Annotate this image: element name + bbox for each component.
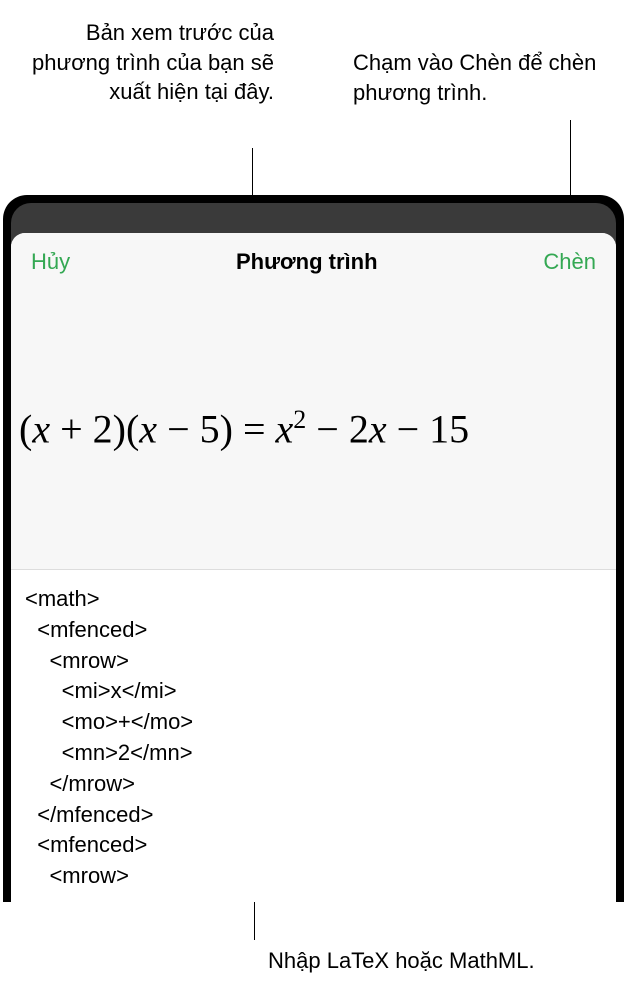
equation-preview: (x + 2)(x − 5) = x2 − 2x − 15: [11, 289, 616, 569]
sheet-title: Phương trình: [236, 249, 378, 275]
annotation-input: Nhập LaTeX hoặc MathML.: [268, 948, 535, 974]
annotation-preview: Bản xem trước của phương trình của bạn s…: [14, 18, 274, 107]
annotation-insert: Chạm vào Chèn để chèn phương trình.: [353, 48, 613, 107]
sheet-header: Hủy Phương trình Chèn: [11, 233, 616, 289]
equation-code-text: <math> <mfenced> <mrow> <mi>x</mi> <mo>+…: [25, 584, 602, 892]
phone-inner: Hủy Phương trình Chèn (x + 2)(x − 5) = x…: [11, 203, 616, 902]
phone-frame: Hủy Phương trình Chèn (x + 2)(x − 5) = x…: [3, 195, 624, 902]
equation-sheet: Hủy Phương trình Chèn (x + 2)(x − 5) = x…: [11, 233, 616, 902]
equation-code-input[interactable]: <math> <mfenced> <mrow> <mi>x</mi> <mo>+…: [11, 569, 616, 902]
equation-rendered: (x + 2)(x − 5) = x2 − 2x − 15: [19, 405, 469, 452]
annotations-top: Bản xem trước của phương trình của bạn s…: [0, 0, 627, 107]
insert-button[interactable]: Chèn: [543, 249, 596, 275]
cancel-button[interactable]: Hủy: [31, 249, 70, 275]
